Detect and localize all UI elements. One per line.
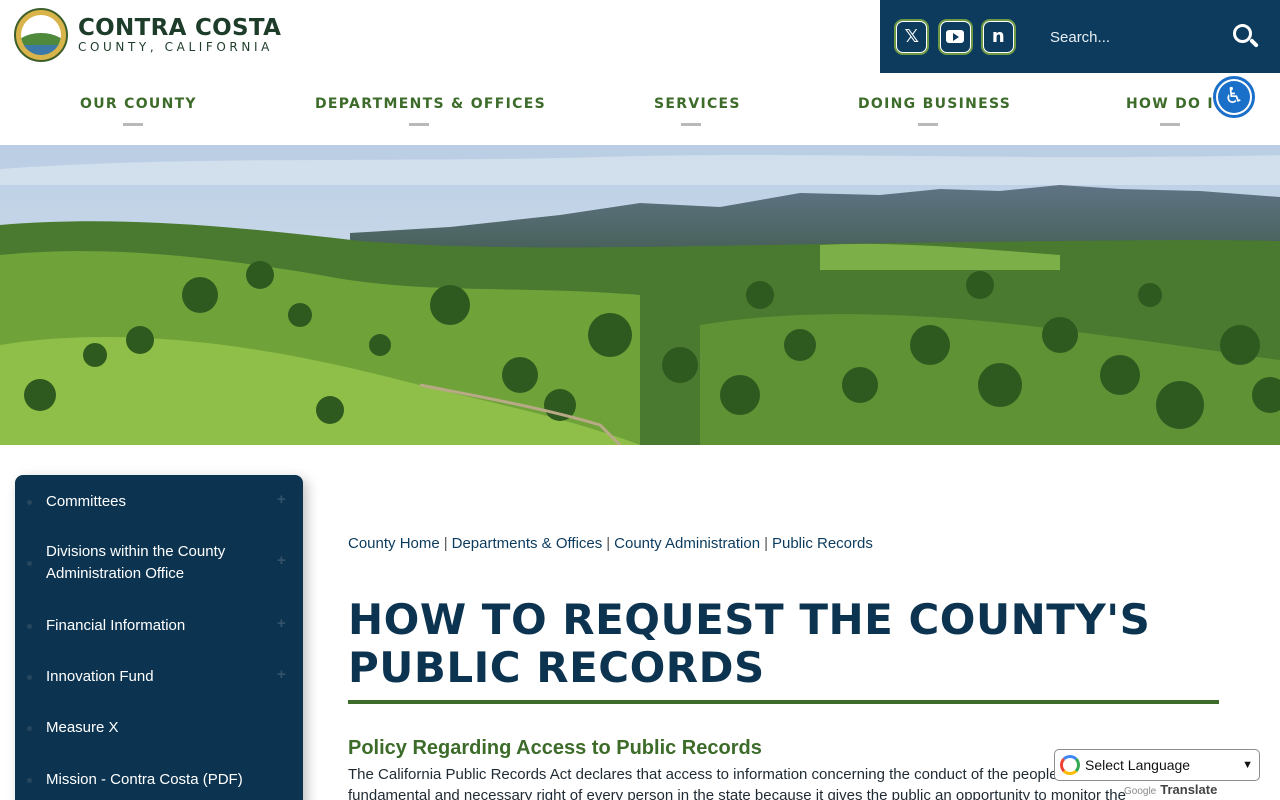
- hero-image: [0, 145, 1280, 445]
- hero-landscape: [0, 145, 1280, 445]
- nextdoor-link[interactable]: n: [980, 18, 1016, 55]
- expand-icon[interactable]: +: [277, 552, 286, 569]
- nav-departments-offices[interactable]: DEPARTMENTS & OFFICES: [315, 96, 546, 112]
- bullet-icon: [27, 624, 32, 629]
- search-input[interactable]: [1040, 18, 1210, 56]
- title-divider: [348, 700, 1219, 704]
- search-bar: [1030, 0, 1280, 73]
- sidebar-item-label: Divisions within the County Administrati…: [46, 543, 226, 582]
- nav-indicator: [123, 123, 143, 126]
- sidebar-item-measure-x[interactable]: Measure X: [15, 717, 303, 739]
- youtube-link[interactable]: [937, 18, 973, 55]
- brand: CONTRA COSTA COUNTY, CALIFORNIA: [78, 16, 281, 55]
- nav-indicator: [409, 123, 429, 126]
- sidebar-item-financial-information[interactable]: Financial Information +: [15, 615, 303, 637]
- sidebar-item-divisions[interactable]: Divisions within the County Administrati…: [15, 541, 303, 585]
- sidebar-item-label: Financial Information: [46, 617, 186, 634]
- chevron-down-icon: ▼: [1242, 759, 1253, 771]
- expand-icon[interactable]: +: [277, 666, 286, 683]
- bullet-icon: [27, 726, 32, 731]
- brand-title: CONTRA COSTA: [78, 14, 282, 41]
- expand-icon[interactable]: +: [277, 491, 286, 508]
- breadcrumb-separator: |: [606, 535, 611, 552]
- youtube-icon: [940, 21, 970, 52]
- nextdoor-icon: n: [983, 21, 1013, 52]
- social-links: 𝕏 n: [880, 0, 1030, 73]
- sidebar-item-committees[interactable]: Committees +: [15, 491, 303, 513]
- breadcrumb-separator: |: [764, 535, 768, 552]
- main-nav: OUR COUNTY DEPARTMENTS & OFFICES SERVICE…: [0, 88, 1280, 128]
- sidebar-item-label: Innovation Fund: [46, 668, 154, 685]
- breadcrumb-county-administration[interactable]: County Administration: [614, 535, 760, 552]
- bullet-icon: [27, 561, 32, 566]
- site-header: CONTRA COSTA COUNTY, CALIFORNIA 𝕏 n OUR …: [0, 0, 1280, 145]
- nav-indicator: [918, 123, 938, 126]
- translate-link: Translate: [1160, 782, 1218, 797]
- sidebar-item-mission[interactable]: Mission - Contra Costa (PDF): [15, 769, 303, 791]
- nav-indicator: [681, 123, 701, 126]
- breadcrumb-departments[interactable]: Departments & Offices: [452, 535, 603, 552]
- language-select-label: Select Language: [1085, 757, 1191, 773]
- breadcrumb-separator: |: [443, 535, 448, 552]
- breadcrumb-county-home[interactable]: County Home: [348, 535, 440, 552]
- nav-how-do-i[interactable]: HOW DO I?: [1126, 96, 1223, 112]
- google-icon: [1060, 755, 1080, 775]
- sidebar-nav: Committees + Divisions within the County…: [15, 475, 303, 800]
- language-select[interactable]: Select Language ▼: [1054, 749, 1260, 781]
- sidebar-item-label: Measure X: [46, 719, 119, 736]
- sidebar-item-innovation-fund[interactable]: Innovation Fund +: [15, 666, 303, 688]
- county-logo[interactable]: CONTRA COSTA COUNTY, CALIFORNIA: [14, 8, 281, 62]
- powered-by-google-translate[interactable]: Google Translate: [1124, 782, 1217, 797]
- brand-subtitle: COUNTY, CALIFORNIA: [78, 39, 273, 54]
- expand-icon[interactable]: +: [277, 615, 286, 632]
- accessibility-icon: ♿: [1218, 81, 1250, 113]
- bullet-icon: [27, 778, 32, 783]
- county-seal-icon: [14, 8, 68, 62]
- bullet-icon: [27, 500, 32, 505]
- nav-services[interactable]: SERVICES: [654, 96, 741, 112]
- breadcrumb: County Home | Departments & Offices | County…: [348, 535, 873, 552]
- bullet-icon: [27, 675, 32, 680]
- nav-our-county[interactable]: OUR COUNTY: [80, 96, 197, 112]
- google-wordmark: Google: [1124, 786, 1157, 797]
- section-heading: Policy Regarding Access to Public Record…: [348, 737, 762, 759]
- breadcrumb-public-records[interactable]: Public Records: [772, 535, 873, 552]
- nav-doing-business[interactable]: DOING BUSINESS: [858, 96, 1011, 112]
- x-link[interactable]: 𝕏: [894, 18, 930, 55]
- x-icon: 𝕏: [897, 21, 927, 52]
- accessibility-button[interactable]: ♿: [1213, 76, 1255, 118]
- page-title: HOW TO REQUEST THE COUNTY'S PUBLIC RECOR…: [348, 595, 1151, 692]
- nav-indicator: [1160, 123, 1180, 126]
- sidebar-item-label: Mission - Contra Costa (PDF): [46, 771, 243, 788]
- search-icon[interactable]: [1233, 24, 1259, 48]
- sidebar-item-label: Committees: [46, 493, 127, 510]
